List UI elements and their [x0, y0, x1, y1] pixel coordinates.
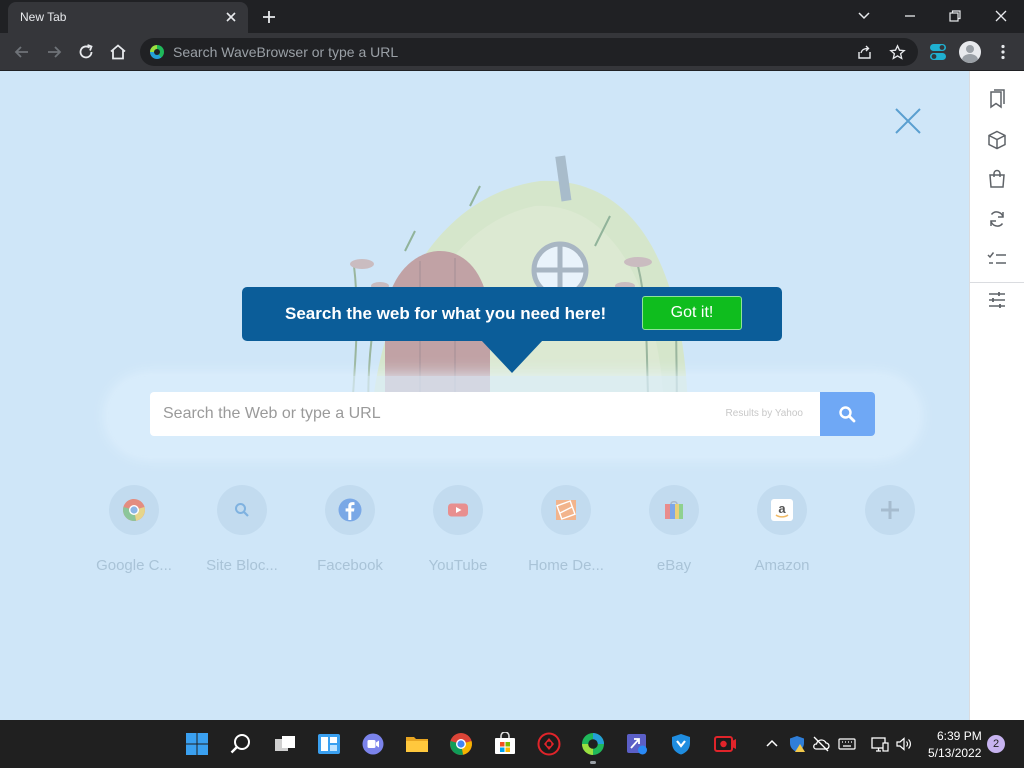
close-onboarding-icon[interactable]: [893, 106, 923, 136]
tile-label: YouTube: [428, 557, 488, 574]
tile-label: Google C...: [96, 557, 172, 574]
tab-strip: New Tab: [0, 0, 1024, 33]
share-icon[interactable]: [856, 44, 873, 61]
tooltip-message: Search the web for what you need here!: [285, 304, 607, 323]
browser-toolbar: [0, 33, 1024, 71]
shortcut-tiles: Google C... Site Bloc... Facebook YouTub…: [0, 485, 969, 585]
security-app-icon[interactable]: [537, 732, 561, 756]
notification-badge[interactable]: 2: [987, 735, 1005, 753]
got-it-button[interactable]: Got it!: [642, 296, 742, 330]
close-tab-icon[interactable]: [224, 10, 238, 24]
shortcut-tile-ebay[interactable]: eBay: [626, 485, 722, 575]
shortcut-tile-home-depot[interactable]: Home De...: [518, 485, 614, 575]
shortcut-tile-amazon[interactable]: a Amazon: [734, 485, 830, 575]
shopping-bag-icon[interactable]: [986, 168, 1008, 190]
network-icon[interactable]: [871, 735, 889, 753]
volume-icon[interactable]: [895, 735, 913, 753]
file-explorer-icon[interactable]: [405, 732, 429, 756]
tile-label: Home De...: [528, 557, 604, 574]
active-app-indicator: [590, 761, 596, 764]
tray-overflow-chevron-icon[interactable]: [763, 735, 781, 753]
side-panel: [969, 71, 1024, 720]
minimize-icon[interactable]: [900, 6, 920, 26]
shortcut-tile-facebook[interactable]: Facebook: [302, 485, 398, 575]
clock-time[interactable]: 6:39 PM: [937, 729, 982, 743]
amazon-icon: a: [771, 499, 793, 521]
extensions-toggle-icon[interactable]: [930, 43, 946, 61]
profile-avatar[interactable]: [959, 41, 981, 63]
add-icon: [881, 501, 899, 519]
search-icon: [235, 503, 249, 517]
wavebrowser-taskbar-icon[interactable]: [581, 732, 605, 756]
youtube-icon: [448, 503, 468, 517]
clock-date[interactable]: 5/13/2022: [928, 746, 981, 760]
tab-title: New Tab: [20, 10, 67, 24]
shortcut-tile-google-chrome[interactable]: Google C...: [86, 485, 182, 575]
address-input[interactable]: [173, 38, 833, 66]
microsoft-store-icon[interactable]: [493, 732, 517, 756]
search-icon: [839, 406, 856, 423]
side-panel-divider: [970, 282, 1024, 283]
home-icon[interactable]: [108, 42, 128, 62]
menu-kebab-icon[interactable]: [993, 42, 1013, 62]
forward-icon[interactable]: [44, 42, 64, 62]
task-view-icon[interactable]: [273, 732, 297, 756]
back-icon[interactable]: [12, 42, 32, 62]
tab-search-chevron-icon[interactable]: [854, 6, 874, 26]
onedrive-offline-icon[interactable]: [812, 735, 830, 753]
taskbar-search-icon[interactable]: [229, 732, 253, 756]
web-search-box[interactable]: Results by Yahoo: [150, 392, 820, 436]
checklist-icon[interactable]: [986, 248, 1008, 270]
remote-desktop-icon[interactable]: [625, 732, 649, 756]
chrome-icon: [123, 499, 145, 521]
onboarding-tooltip: Search the web for what you need here! G…: [242, 287, 782, 341]
address-bar[interactable]: [140, 38, 918, 66]
close-window-icon[interactable]: [991, 6, 1011, 26]
tile-label: Amazon: [754, 557, 810, 574]
defender-warning-icon[interactable]: [788, 735, 806, 753]
restore-icon[interactable]: [945, 6, 965, 26]
new-tab-page: Results by Yahoo Search the web for what…: [0, 71, 969, 720]
tile-icon-circle: a: [757, 485, 807, 535]
tile-icon-circle: [433, 485, 483, 535]
windows-taskbar: 6:39 PM 5/13/2022 2: [0, 720, 1024, 768]
tile-label: Site Bloc...: [206, 557, 278, 574]
tile-icon-circle: [649, 485, 699, 535]
search-provider-label: Results by Yahoo: [725, 408, 803, 419]
keyboard-icon[interactable]: [838, 735, 856, 753]
wavebrowser-logo-icon: [150, 45, 164, 59]
tab-new-tab[interactable]: New Tab: [8, 2, 248, 33]
web-search-input[interactable]: [163, 392, 703, 436]
reload-icon[interactable]: [76, 42, 96, 62]
ebay-icon: [665, 500, 683, 519]
svg-text:a: a: [778, 501, 786, 516]
new-tab-icon[interactable]: [260, 8, 278, 26]
screen-recorder-icon[interactable]: [713, 732, 737, 756]
web-search-button[interactable]: [820, 392, 875, 436]
tile-icon-circle: [217, 485, 267, 535]
tile-icon-circle: [865, 485, 915, 535]
package-icon[interactable]: [986, 129, 1008, 151]
sync-icon[interactable]: [986, 208, 1008, 230]
tile-icon-circle: [541, 485, 591, 535]
teams-chat-icon[interactable]: [361, 732, 385, 756]
tile-icon-circle: [109, 485, 159, 535]
windows-start-icon[interactable]: [185, 732, 209, 756]
bookmarks-icon[interactable]: [986, 88, 1008, 110]
settings-sliders-icon[interactable]: [986, 289, 1008, 311]
facebook-icon: [338, 498, 362, 522]
shortcut-tile-add[interactable]: [842, 485, 938, 575]
widgets-icon[interactable]: [317, 732, 341, 756]
tile-label: Facebook: [317, 557, 383, 574]
chrome-taskbar-icon[interactable]: [449, 732, 473, 756]
home-depot-icon: [556, 500, 576, 520]
tile-icon-circle: [325, 485, 375, 535]
tile-label: eBay: [656, 557, 692, 574]
shortcut-tile-site-blocker[interactable]: Site Bloc...: [194, 485, 290, 575]
shortcut-tile-youtube[interactable]: YouTube: [410, 485, 506, 575]
bookmark-star-icon[interactable]: [889, 44, 906, 61]
vpn-shield-icon[interactable]: [669, 732, 693, 756]
tooltip-arrow: [481, 340, 543, 373]
